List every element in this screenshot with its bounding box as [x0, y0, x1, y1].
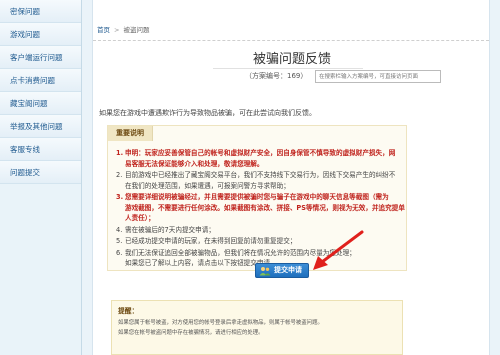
intro-text: 如果您在游戏中遭遇欺诈行为导致物品被骗，可在此尝试向我们反馈。	[99, 109, 316, 117]
submit-application-button[interactable]: 提交申请	[255, 263, 309, 278]
case-number-value: 169	[287, 72, 301, 80]
tip-title: 提醒：	[118, 307, 139, 315]
sidebar-item-report-other[interactable]: 举报及其他问题	[0, 115, 81, 138]
notice-item-5: 5. 已经成功提交申请的玩家，在未得到回复前请勿重复提交；	[116, 237, 297, 245]
breadcrumb-separator: >	[114, 26, 120, 34]
notice-item-1: 1. 申明：玩家应妥善保管自己的帐号和虚拟财产安全，因自身保管不慎导致的虚拟财产损…	[116, 149, 396, 168]
notice-list: 1. 申明：玩家应妥善保管自己的帐号和虚拟财产安全，因自身保管不慎导致的虚拟财产损…	[116, 148, 406, 270]
title-divider	[213, 68, 363, 69]
users-icon	[259, 267, 271, 276]
breadcrumb: 首页 > 被盗问题	[97, 24, 149, 34]
case-search-input[interactable]	[315, 70, 441, 83]
important-notice: 重要说明 1. 申明：玩家应妥善保管自己的帐号和虚拟财产安全，因自身保管不慎导致的…	[107, 125, 407, 271]
content-area: 首页 >被盗问题 被骗问题反馈 （方案编号：169） 如果您在游戏中遭遇欺诈行为导…	[92, 0, 490, 355]
sidebar-item-security-question[interactable]: 密保问题	[0, 0, 81, 23]
sidebar-item-client-issues[interactable]: 客户端运行问题	[0, 46, 81, 69]
submit-application-label: 提交申请	[274, 266, 302, 274]
notice-item-3: 3. 您需要详细说明被骗经过，并且需要提供被骗时您与骗子在游戏中的聊天信息等截图（…	[116, 193, 405, 222]
case-number: （方案编号：169）	[245, 71, 307, 81]
sidebar: 密保问题 游戏问题 客户端运行问题 点卡消费问题 藏宝阁问题 举报及其他问题 客…	[0, 0, 82, 355]
tip-line-1: 如果您属于帐号被盗，对方使用您的帐号登录后拿走虚拟物品，则属于帐号被盗问题。	[118, 320, 323, 326]
sidebar-item-service-line[interactable]: 客服专线	[0, 138, 81, 161]
tip-box: 提醒： 如果您属于帐号被盗，对方使用您的帐号登录后拿走虚拟物品，则属于帐号被盗问…	[111, 300, 403, 355]
sidebar-item-point-card[interactable]: 点卡消费问题	[0, 69, 81, 92]
notice-tab: 重要说明	[108, 126, 153, 141]
case-number-close: ）	[300, 72, 308, 80]
breadcrumb-home[interactable]: 首页	[97, 26, 110, 34]
tip-line-2: 如果您在帐号被盗问题中存在被骗情况，请进行相应的处理。	[118, 330, 264, 336]
page-title: 被骗问题反馈	[252, 52, 331, 67]
notice-item-2: 2. 目前游戏中已经推出了藏宝阁交易平台，我们不支持线下交易行为，因线下交易产生的…	[116, 171, 396, 190]
sidebar-item-submit-question[interactable]: 问题提交	[0, 161, 81, 184]
breadcrumb-divider	[93, 40, 489, 41]
sidebar-item-treasure-pavilion[interactable]: 藏宝阁问题	[0, 92, 81, 115]
breadcrumb-current: 被盗问题	[123, 26, 150, 34]
notice-item-4: 4. 需在被骗后的7天内提交申请；	[116, 225, 215, 234]
case-number-label: （方案编号：	[245, 72, 287, 80]
main-panel: 首页 >被盗问题 被骗问题反馈 （方案编号：169） 如果您在游戏中遭遇欺诈行为导…	[82, 0, 500, 355]
sidebar-item-game-issues[interactable]: 游戏问题	[0, 23, 81, 46]
